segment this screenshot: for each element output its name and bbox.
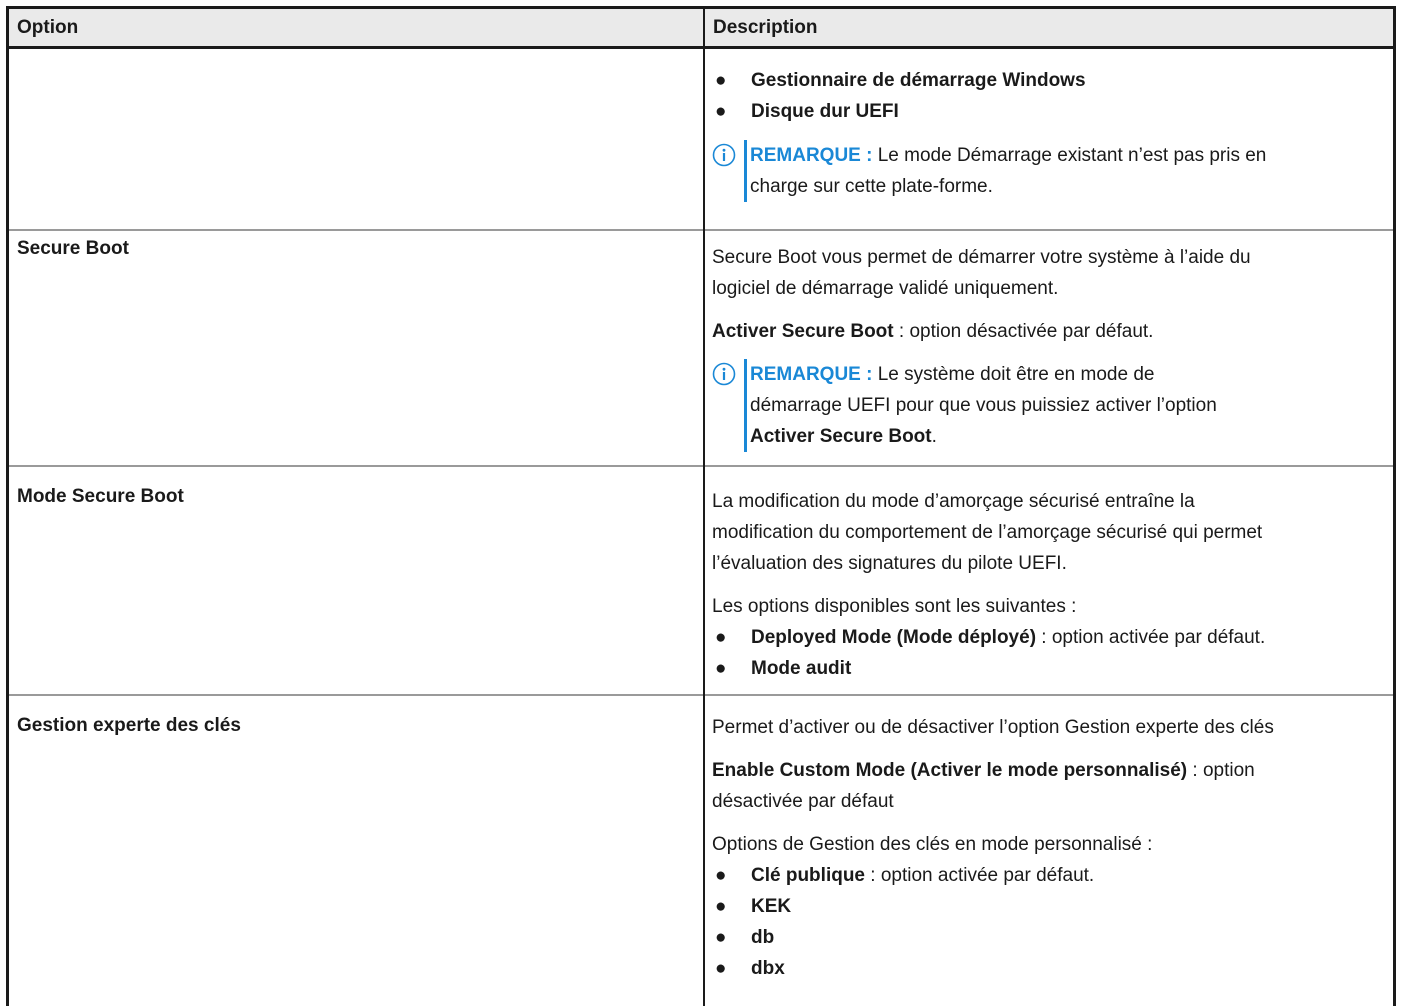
row1-description: Secure Boot vous permet de démarrer votr… [712,242,1387,452]
row-divider [6,229,1396,231]
list-item: ● Mode audit [712,653,1392,684]
column-divider [703,6,705,1006]
list-item: ● Deployed Mode (Mode déployé) : option a… [712,622,1392,653]
row0-note: REMARQUE : Le mode Démarrage existant n’… [712,140,1387,202]
note-label: REMARQUE : [750,145,873,166]
bullet-icon: ● [715,101,727,122]
list-item: ● Disque dur UEFI [712,96,1387,127]
bullet-icon: ● [715,958,727,979]
bullet-icon: ● [715,627,727,648]
bullet-icon: ● [715,658,727,679]
row2-description: La modification du mode d’amorçage sécur… [712,486,1392,684]
note-accent-bar [744,359,747,452]
bullet-icon: ● [715,70,727,91]
list-item: ● Gestionnaire de démarrage Windows [712,65,1387,96]
row3-option: Gestion experte des clés [17,715,241,736]
table-top-border [6,6,1396,9]
row1-option: Secure Boot [17,238,129,259]
bullet-icon: ● [715,865,727,886]
settings-table: Option Description ● Gestionnaire de déma… [6,6,1396,1006]
list-item: ● db [712,922,1392,953]
row1-enable-setting: Activer Secure Boot : option désactivée … [712,321,1154,342]
row2-option: Mode Secure Boot [17,486,184,507]
list-item: ● KEK [712,891,1392,922]
row1-note: REMARQUE : Le système doit être en mode … [712,359,1387,452]
row2-bullet-list: ● Deployed Mode (Mode déployé) : option a… [712,622,1392,684]
row0-description: ● Gestionnaire de démarrage Windows ● Disq… [712,65,1387,202]
row3-custom-mode: Enable Custom Mode (Activer le mode pers… [712,760,1255,781]
table-right-border [1393,6,1396,1006]
row-divider [6,694,1396,696]
list-item: ● dbx [712,953,1392,984]
table-header-background [6,6,1396,47]
table-header-border [6,46,1396,49]
list-item: ● Clé publique : option activée par défau… [712,860,1392,891]
row3-description: Permet d’activer ou de désactiver l’opti… [712,712,1392,984]
row0-bullet-list: ● Gestionnaire de démarrage Windows ● Disq… [712,65,1387,127]
row-divider [6,465,1396,467]
bullet-icon: ● [715,927,727,948]
bullet-icon: ● [715,896,727,917]
info-circle-icon [712,362,736,386]
note-accent-bar [744,140,747,202]
header-option: Option [17,17,79,38]
info-circle-icon [712,143,736,167]
note-label: REMARQUE : [750,364,873,385]
header-description: Description [713,17,818,38]
row3-bullet-list: ● Clé publique : option activée par défau… [712,860,1392,984]
table-left-border [6,6,9,1006]
